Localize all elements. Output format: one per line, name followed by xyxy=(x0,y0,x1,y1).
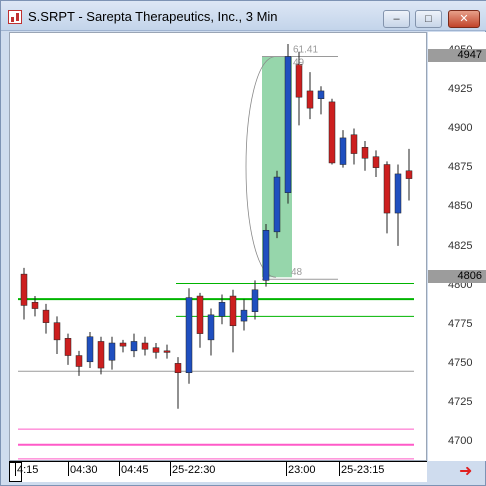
price-axis[interactable]: 4950492549004875485048254800477547504725… xyxy=(428,32,486,461)
candle-body xyxy=(383,164,391,214)
measure-top-label: 61.41 xyxy=(293,44,318,55)
price-chart[interactable]: 61.41 49 48 xyxy=(9,32,427,461)
candle-body xyxy=(196,295,204,334)
chart-window: S.SRPT - Sarepta Therapeutics, Inc., 3 M… xyxy=(0,0,486,486)
price-tag: 4806 xyxy=(428,270,486,284)
candle-body xyxy=(185,297,193,374)
candle-body xyxy=(372,156,380,168)
price-tick-label: 4825 xyxy=(448,239,473,252)
time-axis[interactable]: 4:15 04:30 04:45 25-22:30 23:00 25-23:15 xyxy=(9,461,427,482)
maximize-button[interactable]: □ xyxy=(415,10,442,28)
price-tick-label: 4900 xyxy=(448,122,473,135)
candle-body xyxy=(251,289,259,312)
candle-body xyxy=(273,176,281,233)
candle-body xyxy=(229,295,237,327)
price-tick-label: 4875 xyxy=(448,161,473,174)
time-separator xyxy=(119,462,120,476)
measure-bottom-label: 48 xyxy=(291,267,303,278)
candle-body xyxy=(240,309,248,322)
scroll-right-arrow-icon[interactable]: ➜ xyxy=(459,461,472,481)
candle-body xyxy=(262,230,270,281)
chart-canvas[interactable]: 61.41 49 48 xyxy=(10,33,428,462)
price-tick-label: 4700 xyxy=(448,435,473,448)
close-button[interactable]: ✕ xyxy=(448,10,480,28)
candle-body xyxy=(141,342,149,350)
candle-body xyxy=(53,322,61,341)
candle-body xyxy=(108,342,116,361)
candle-body xyxy=(361,147,369,159)
candle-body xyxy=(207,314,215,341)
candle-body xyxy=(328,101,336,164)
candle-body xyxy=(339,137,347,165)
time-tick-label: 4:15 xyxy=(17,464,39,476)
title-bar[interactable]: S.SRPT - Sarepta Therapeutics, Inc., 3 M… xyxy=(1,1,486,31)
candle-body xyxy=(394,173,402,214)
time-separator xyxy=(170,462,171,476)
candle-body xyxy=(31,302,39,309)
price-tick-label: 4925 xyxy=(448,82,473,95)
time-separator xyxy=(15,462,16,476)
price-tick-label: 4750 xyxy=(448,356,473,369)
candle-body xyxy=(75,355,83,367)
price-tag: 4947 xyxy=(428,49,486,63)
time-tick-label: 04:45 xyxy=(121,464,149,476)
app-chart-icon[interactable] xyxy=(8,10,22,24)
time-tick-label: 23:00 xyxy=(288,464,316,476)
time-separator xyxy=(339,462,340,476)
candle-body xyxy=(405,170,413,179)
candle-body xyxy=(42,309,50,323)
price-tick-label: 4775 xyxy=(448,317,473,330)
candle-body xyxy=(350,134,358,154)
minimize-button[interactable]: – xyxy=(383,10,410,28)
candle-body xyxy=(97,341,105,369)
measure-top-sub-label: 49 xyxy=(293,57,305,68)
candle-body xyxy=(163,350,171,353)
candle-body xyxy=(317,90,325,100)
candle-body xyxy=(64,338,72,356)
candle-body xyxy=(152,347,160,353)
candle-body xyxy=(295,64,303,98)
time-separator xyxy=(68,462,69,476)
candle-body xyxy=(119,342,127,347)
candle-body xyxy=(20,273,28,306)
time-separator xyxy=(286,462,287,476)
time-tick-label: 25-22:30 xyxy=(172,464,216,476)
candle-body xyxy=(218,302,226,317)
candle-body xyxy=(174,363,182,374)
window-title: S.SRPT - Sarepta Therapeutics, Inc., 3 M… xyxy=(28,9,278,24)
candle-body xyxy=(306,90,314,109)
price-tick-label: 4850 xyxy=(448,200,473,213)
candle-body xyxy=(130,341,138,352)
candle-body xyxy=(86,336,94,363)
candle-body xyxy=(284,56,292,193)
time-tick-label: 25-23:15 xyxy=(341,464,385,476)
price-tick-label: 4725 xyxy=(448,396,473,409)
time-tick-label: 04:30 xyxy=(70,464,98,476)
